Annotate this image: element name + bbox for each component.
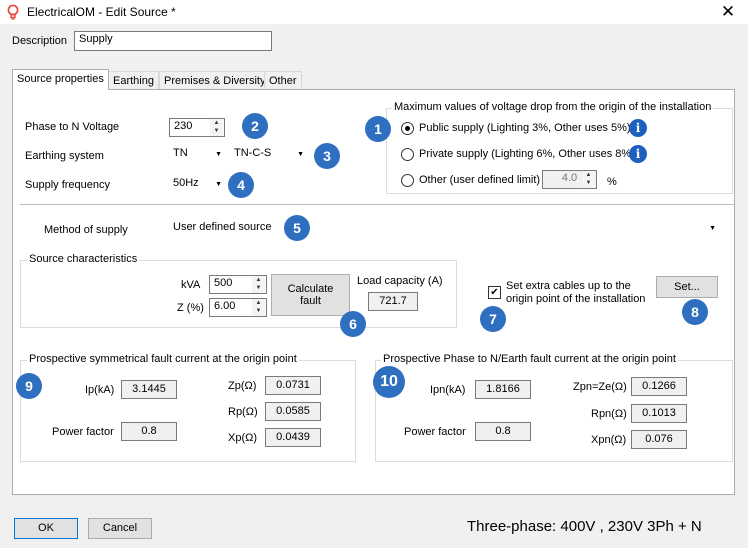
method-of-supply-select[interactable]: User defined source ▼ (169, 219, 720, 239)
other-limit-unit: % (607, 176, 617, 188)
earthing-subsystem-select[interactable]: TN-C-S ▼ (230, 145, 308, 165)
phase-voltage-stepper[interactable]: 230 ▲ ▼ (169, 118, 225, 137)
method-of-supply-label: Method of supply (44, 224, 128, 236)
earthing-system-label: Earthing system (25, 150, 104, 162)
earthing-system-value: TN (173, 147, 188, 159)
other-limit-label: Other (user defined limit) (419, 174, 541, 186)
supply-frequency-select[interactable]: 50Hz ▼ (169, 175, 226, 195)
tab-other[interactable]: Other (264, 71, 302, 89)
chevron-down-icon: ▼ (215, 181, 222, 188)
supply-frequency-value: 50Hz (173, 177, 199, 189)
earthing-system-select[interactable]: TN ▼ (169, 145, 226, 165)
zp-label: Zp(Ω) (228, 380, 257, 392)
xpn-label: Xpn(Ω) (591, 434, 627, 446)
supply-status-text: Three-phase: 400V , 230V 3Ph + N (467, 518, 702, 535)
extra-cables-label: Set extra cables up to the origin point … (506, 280, 646, 305)
zpn-label: Zpn=Ze(Ω) (573, 381, 627, 393)
voltage-drop-title: Maximum values of voltage drop from the … (392, 101, 714, 113)
phase-voltage-value: 230 (174, 120, 193, 132)
ipn-value: 1.8166 (475, 380, 531, 399)
calculate-fault-button[interactable]: Calculate fault (271, 274, 350, 316)
other-limit-stepper[interactable]: 4.0 ▲ ▼ (542, 170, 597, 189)
method-of-supply-value: User defined source (173, 221, 272, 233)
callout-badge-7: 7 (480, 306, 506, 332)
callout-badge-2: 2 (242, 113, 268, 139)
power-factor-value: 0.8 (475, 422, 531, 441)
description-label: Description (12, 35, 68, 47)
description-input[interactable]: Supply (74, 31, 272, 51)
public-supply-radio[interactable] (401, 122, 414, 135)
callout-badge-5: 5 (284, 215, 310, 241)
callout-badge-9: 9 (16, 373, 42, 399)
rp-label: Rp(Ω) (228, 406, 258, 418)
callout-badge-10: 10 (373, 366, 405, 398)
callout-badge-1: 1 (365, 116, 391, 142)
load-capacity-value: 721.7 (368, 292, 418, 311)
spin-down-icon[interactable]: ▼ (252, 307, 265, 316)
ipn-label: Ipn(kA) (430, 384, 466, 396)
close-icon[interactable]: ✕ (716, 1, 740, 23)
public-supply-label: Public supply (Lighting 3%, Other uses 5… (419, 122, 631, 134)
xpn-value: 0.076 (631, 430, 687, 449)
ip-label: Ip(kA) (85, 384, 115, 396)
rp-value: 0.0585 (265, 402, 321, 421)
load-capacity-label: Load capacity (A) (357, 275, 443, 287)
other-limit-value: 4.0 (561, 172, 578, 184)
rpn-value: 0.1013 (631, 404, 687, 423)
separator (20, 204, 735, 205)
chevron-down-icon: ▼ (709, 225, 716, 232)
window-title: ElectricalOM - Edit Source * (27, 5, 176, 19)
tab-premises-diversity[interactable]: Premises & Diversity (159, 71, 271, 89)
spin-down-icon[interactable]: ▼ (252, 284, 265, 293)
z-percent-value: 6.00 (214, 300, 236, 312)
chevron-down-icon: ▼ (215, 151, 222, 158)
z-percent-stepper[interactable]: 6.00 ▲ ▼ (209, 298, 267, 317)
callout-badge-8: 8 (682, 299, 708, 325)
ip-value: 3.1445 (121, 380, 177, 399)
kva-label: kVA (181, 279, 201, 291)
symmetrical-fault-title: Prospective symmetrical fault current at… (27, 353, 299, 365)
cancel-button[interactable]: Cancel (88, 518, 152, 539)
rpn-label: Rpn(Ω) (591, 408, 627, 420)
ok-button[interactable]: OK (14, 518, 78, 539)
z-percent-label: Z (%) (177, 302, 204, 314)
kva-value: 500 (214, 277, 233, 289)
phase-voltage-label: Phase to N Voltage (25, 121, 120, 133)
tab-earthing[interactable]: Earthing (108, 71, 159, 89)
power-factor-label: Power factor (52, 426, 114, 438)
lightbulb-icon (7, 4, 19, 20)
callout-badge-4: 4 (228, 172, 254, 198)
callout-badge-6: 6 (340, 311, 366, 337)
spin-down-icon[interactable]: ▼ (582, 179, 595, 188)
xp-value: 0.0439 (265, 428, 321, 447)
source-characteristics-title: Source characteristics (27, 253, 140, 265)
callout-badge-3: 3 (314, 143, 340, 169)
tab-source-properties[interactable]: Source properties (12, 69, 109, 90)
supply-frequency-label: Supply frequency (25, 179, 110, 191)
xp-label: Xp(Ω) (228, 432, 258, 444)
chevron-down-icon: ▼ (297, 151, 304, 158)
other-limit-radio[interactable] (401, 174, 414, 187)
zp-value: 0.0731 (265, 376, 321, 395)
private-supply-label: Private supply (Lighting 6%, Other uses … (419, 148, 635, 160)
kva-stepper[interactable]: 500 ▲ ▼ (209, 275, 267, 294)
set-cables-button[interactable]: Set... (656, 276, 718, 298)
power-factor-value: 0.8 (121, 422, 177, 441)
info-icon[interactable]: i (629, 145, 647, 163)
spin-down-icon[interactable]: ▼ (210, 127, 223, 136)
phase-to-n-fault-title: Prospective Phase to N/Earth fault curre… (381, 353, 678, 365)
earthing-subsystem-value: TN-C-S (234, 147, 272, 159)
zpn-value: 0.1266 (631, 377, 687, 396)
power-factor-label: Power factor (404, 426, 466, 438)
extra-cables-checkbox[interactable]: ✔ (488, 286, 501, 299)
info-icon[interactable]: i (629, 119, 647, 137)
private-supply-radio[interactable] (401, 148, 414, 161)
